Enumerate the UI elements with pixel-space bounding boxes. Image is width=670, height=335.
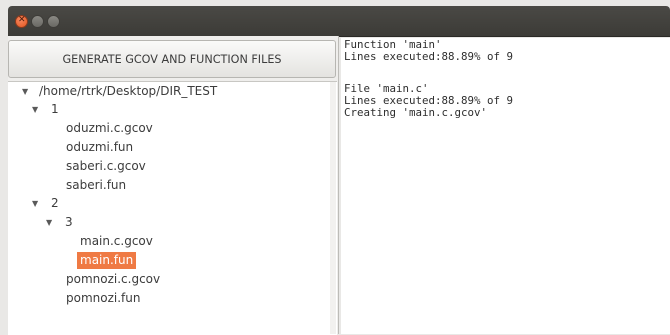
expand-arrow-icon[interactable]: ▼ — [46, 214, 52, 231]
tree-node-file-selected[interactable]: main.fun — [77, 252, 137, 269]
tree-node-file[interactable]: oduzmi.c.gcov — [66, 120, 153, 137]
tree-node-file[interactable]: saberi.c.gcov — [66, 158, 146, 175]
file-tree: ▼ /home/rtrk/Desktop/DIR_TEST ▼ 1 oduzmi… — [8, 81, 337, 335]
minimize-icon[interactable] — [31, 15, 44, 28]
expand-arrow-icon[interactable]: ▼ — [22, 83, 28, 100]
generate-gcov-button[interactable]: GENERATE GCOV AND FUNCTION FILES — [8, 40, 336, 78]
output-line: File 'main.c' — [344, 82, 429, 95]
output-line: Lines executed:88.89% of 9 — [344, 94, 514, 107]
tree-node-file[interactable]: pomnozi.fun — [66, 290, 140, 307]
panel-scrollbar[interactable] — [330, 82, 336, 334]
output-line: Creating 'main.c.gcov' — [344, 106, 488, 119]
expand-arrow-icon[interactable]: ▼ — [32, 101, 38, 118]
output-line: Function 'main' — [344, 38, 442, 51]
close-icon[interactable] — [15, 15, 28, 28]
expand-arrow-icon[interactable]: ▼ — [32, 195, 38, 212]
output-line: Lines executed:88.89% of 9 — [344, 50, 514, 63]
left-panel: GENERATE GCOV AND FUNCTION FILES ▼ /home… — [8, 36, 339, 335]
tree-node-folder-3[interactable]: 3 — [65, 214, 73, 231]
tree-node-file[interactable]: saberi.fun — [66, 177, 126, 194]
tree-node-file[interactable]: oduzmi.fun — [66, 139, 133, 156]
maximize-icon[interactable] — [47, 15, 60, 28]
tree-node-folder-2[interactable]: 2 — [51, 195, 59, 212]
tree-node-folder-1[interactable]: 1 — [51, 101, 59, 118]
tree-node-file[interactable]: main.c.gcov — [80, 233, 153, 250]
tree-node-root[interactable]: /home/rtrk/Desktop/DIR_TEST — [39, 83, 217, 100]
output-text-area[interactable]: Function 'main' Lines executed:88.89% of… — [341, 38, 670, 334]
tree-node-file[interactable]: pomnozi.c.gcov — [66, 271, 160, 288]
window-titlebar — [8, 6, 670, 36]
